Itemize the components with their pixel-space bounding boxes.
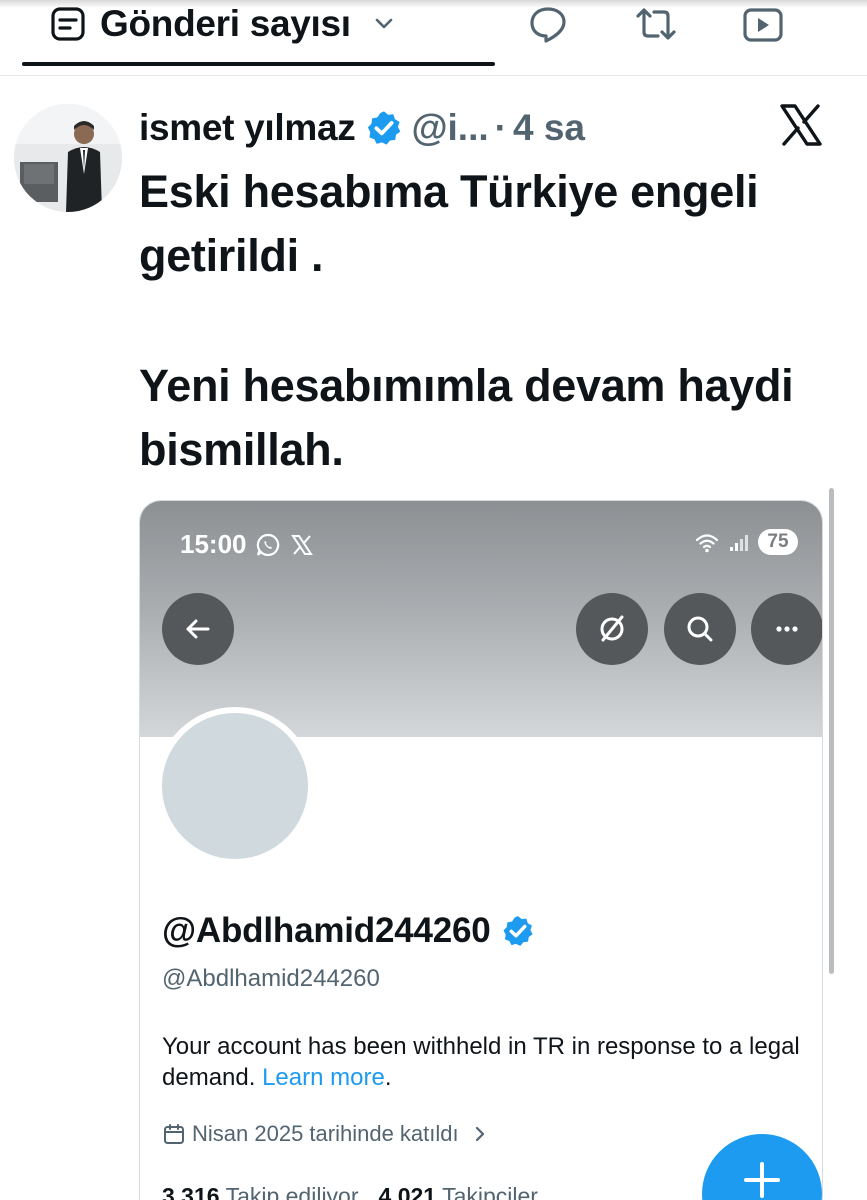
profile-name-row: @Abdlhamid244260 — [162, 911, 535, 951]
search-icon — [687, 616, 713, 642]
top-tab-bar: Gönderi sayısı — [0, 0, 867, 72]
wifi-icon — [695, 534, 719, 553]
verified-badge-icon — [368, 111, 401, 145]
tweet-timestamp[interactable]: 4 sa — [513, 107, 585, 149]
author-avatar[interactable] — [14, 104, 122, 212]
reply-bubble-icon[interactable] — [526, 4, 570, 44]
meta-separator: · — [494, 107, 507, 148]
tweet-text: Eski hesabıma Türkiye engeli getirildi .… — [139, 160, 829, 482]
profile-banner: 15:00 75 — [140, 501, 822, 737]
whatsapp-icon — [256, 533, 279, 556]
followers-count[interactable]: 4.021 — [379, 1183, 437, 1200]
battery-indicator: 75 — [758, 529, 798, 555]
profile-handle: @Abdlhamid244260 — [162, 965, 380, 992]
tweet-paragraph-1: Eski hesabıma Türkiye engeli getirildi . — [139, 166, 759, 281]
active-tab-indicator — [22, 62, 495, 66]
tab-bar-divider — [0, 75, 867, 76]
grok-button[interactable] — [576, 593, 648, 665]
verified-badge-icon — [503, 916, 533, 946]
more-horizontal-icon — [776, 626, 798, 632]
withheld-text: Your account has been withheld in TR in … — [162, 1033, 800, 1091]
profile-display-name: @Abdlhamid244260 — [162, 911, 491, 950]
plus-icon — [744, 1162, 780, 1198]
chevron-right-icon — [475, 1126, 484, 1142]
author-handle[interactable]: @i... — [411, 107, 488, 149]
following-label[interactable]: Takip ediliyor — [226, 1183, 359, 1200]
calendar-icon — [164, 1124, 184, 1144]
scrollbar[interactable] — [829, 488, 834, 974]
default-avatar-placeholder — [162, 713, 308, 859]
phone-status-right: 75 — [694, 529, 798, 555]
sort-label: Gönderi sayısı — [100, 3, 351, 44]
phone-clock: 15:00 — [180, 529, 247, 559]
profile-avatar[interactable] — [156, 707, 314, 865]
sort-box-icon — [51, 7, 85, 41]
author-photo — [14, 104, 122, 212]
joined-date-row[interactable]: Nisan 2025 tarihinde katıldı — [162, 1121, 489, 1147]
chevron-down-icon — [375, 18, 393, 29]
search-button[interactable] — [664, 593, 736, 665]
retweet-icon[interactable] — [634, 4, 678, 44]
back-button[interactable] — [162, 593, 234, 665]
x-status-icon — [290, 534, 313, 555]
author-name[interactable]: ismet yılmaz — [139, 107, 356, 149]
tweet-paragraph-2: Yeni hesabımımla devam haydi bismillah. — [139, 360, 794, 475]
phone-status-bar: 15:00 — [180, 529, 315, 560]
following-count[interactable]: 3.316 — [162, 1183, 220, 1200]
tweet-author-row: ismet yılmaz @i... · 4 sa — [139, 100, 585, 156]
sort-dropdown[interactable]: Gönderi sayısı — [50, 2, 395, 46]
signal-icon — [730, 535, 748, 551]
joined-date: Nisan 2025 tarihinde katıldı — [192, 1121, 459, 1146]
more-options-button[interactable] — [751, 593, 822, 665]
grok-icon — [600, 615, 624, 642]
learn-more-link[interactable]: Learn more — [262, 1064, 385, 1091]
withheld-notice: Your account has been withheld in TR in … — [162, 1031, 802, 1093]
back-arrow-icon — [186, 619, 210, 639]
x-logo-icon — [780, 104, 822, 146]
followers-label[interactable]: Takipçiler — [442, 1183, 538, 1200]
follow-stats: 3.316 Takip ediliyor 4.021 Takipçiler — [162, 1183, 552, 1200]
withheld-period: . — [384, 1064, 392, 1091]
video-icon[interactable] — [741, 4, 785, 44]
tweet-media-image[interactable]: 15:00 75 @Abdlhamid244260 @Abdlhamid2442… — [139, 500, 823, 1200]
